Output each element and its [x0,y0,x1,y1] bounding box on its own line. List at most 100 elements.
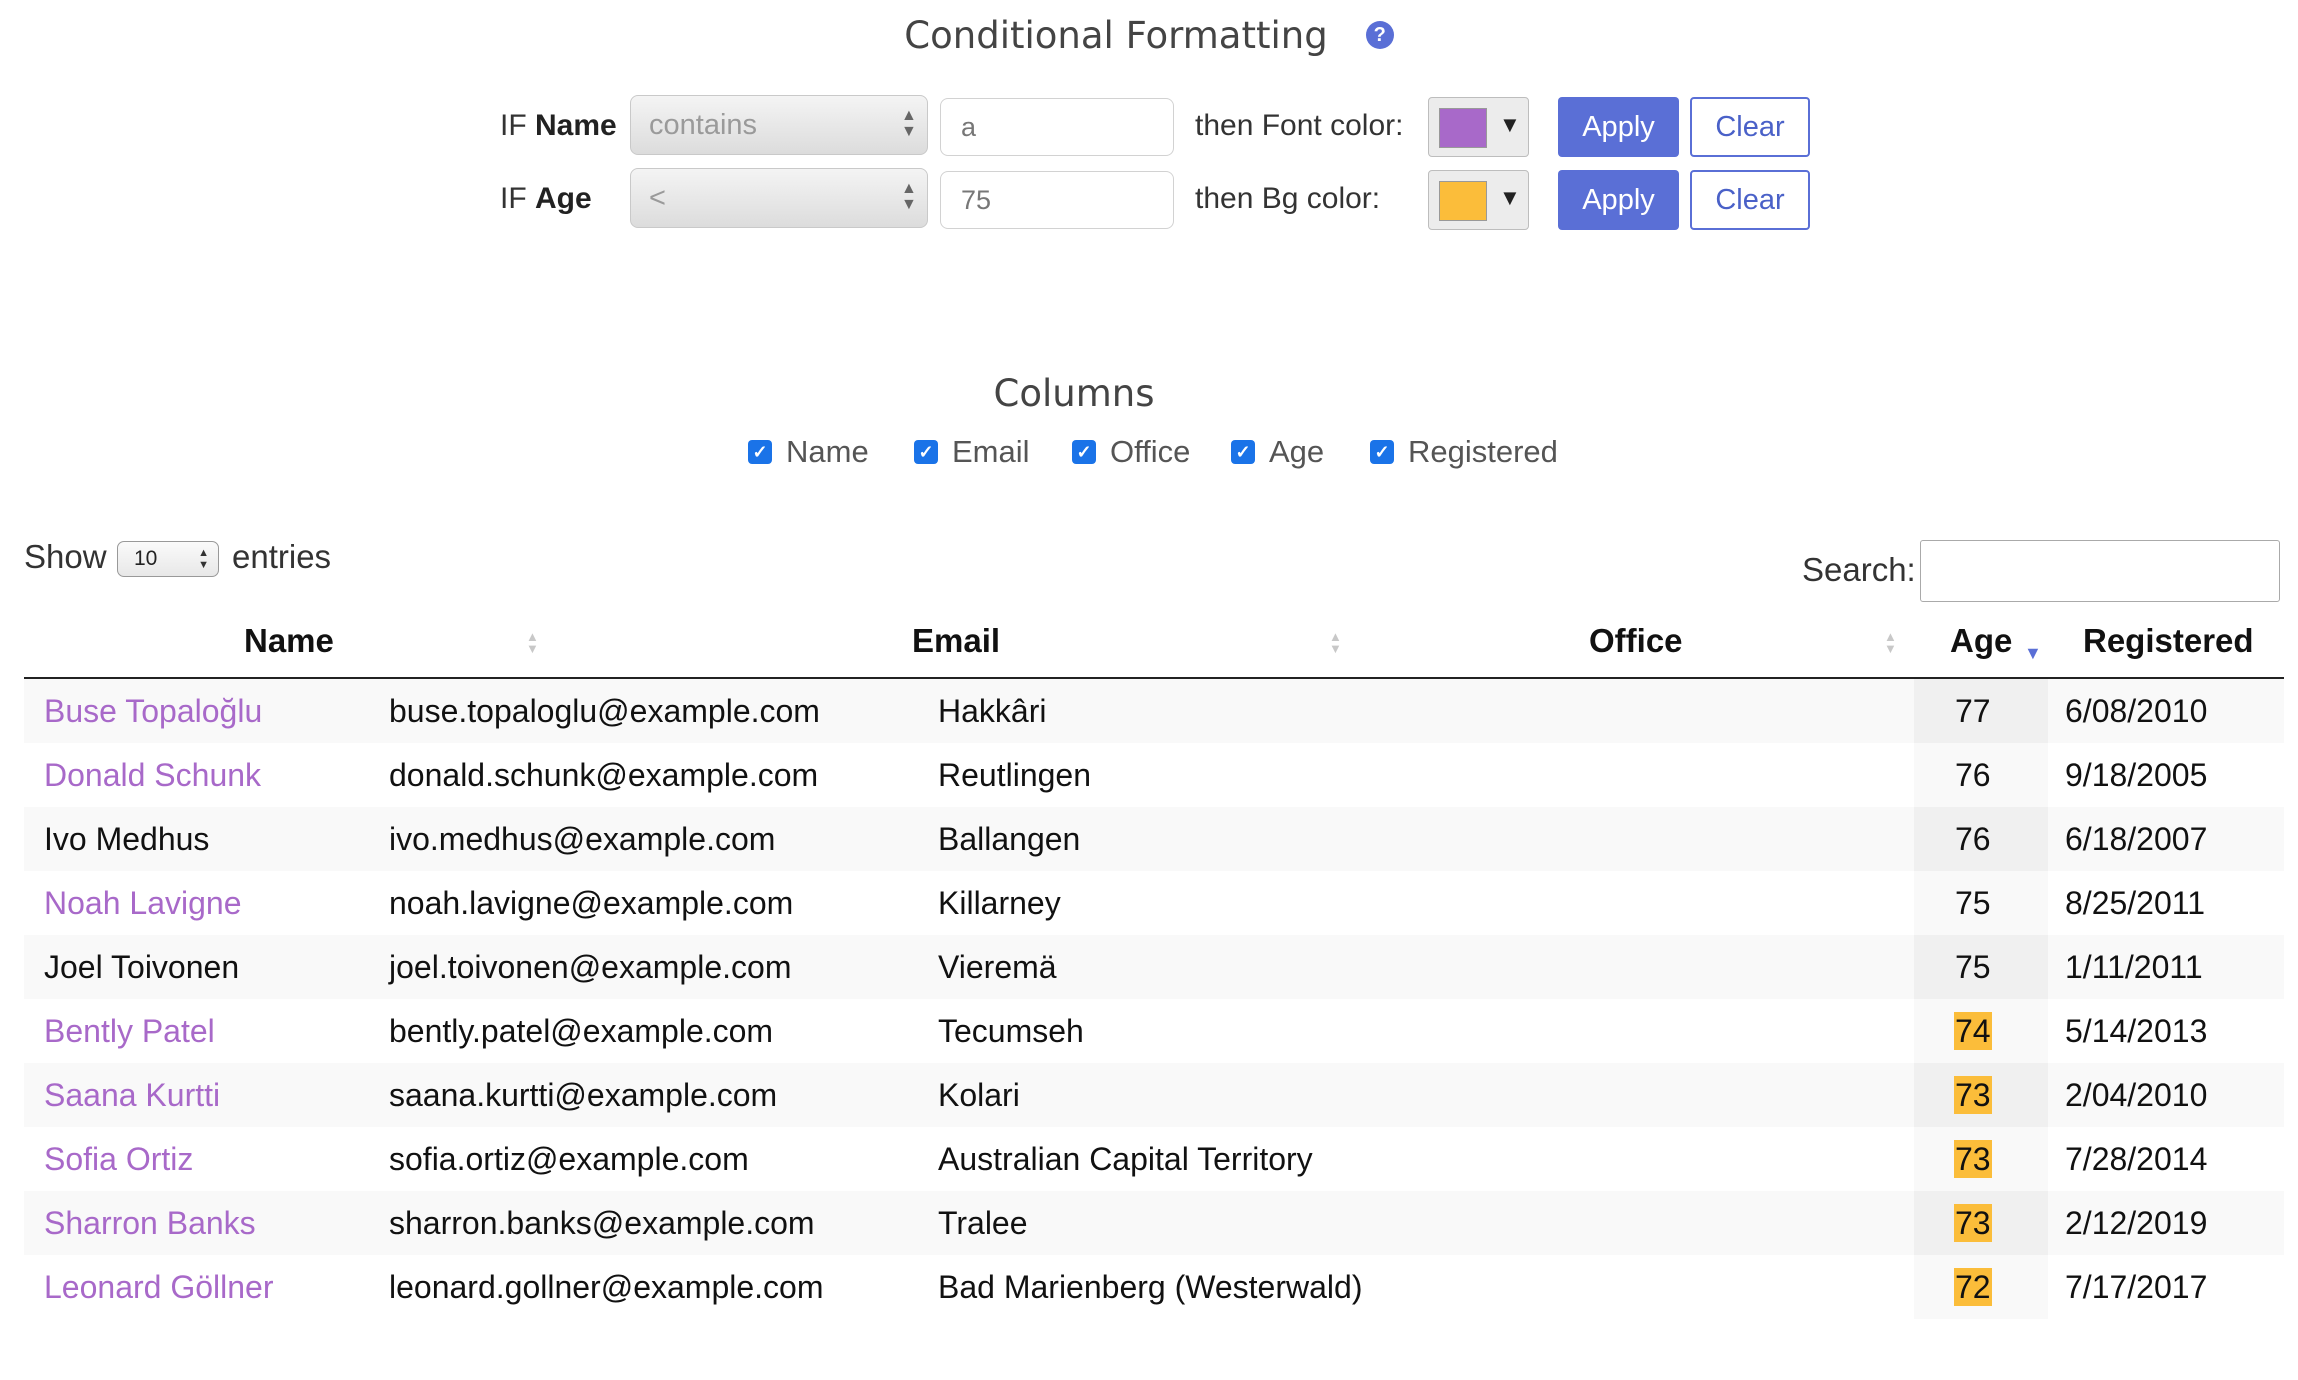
checkbox-checked-icon[interactable]: ✓ [1231,440,1255,464]
cell-email: saana.kurtti@example.com [389,1077,778,1113]
age-operator-select[interactable]: < ▲ ▼ [630,168,928,228]
cell-office: Kolari [938,1077,1020,1113]
length-value: 10 [134,547,158,570]
cell-age: 74 [1914,999,2048,1063]
cell-email: sofia.ortiz@example.com [389,1141,749,1177]
column-toggle-label: Name [786,434,869,469]
apply-name-rule-button[interactable]: Apply [1558,97,1679,157]
font-color-label: then Font color: [1195,109,1404,142]
operator-value: < [649,182,666,214]
cell-name: Buse Topaloğlu [44,693,263,729]
cell-email: buse.topaloglu@example.com [389,693,820,729]
header-office[interactable]: Office [1589,613,1683,679]
cell-registered: 8/25/2011 [2065,885,2205,921]
checkbox-checked-icon[interactable]: ✓ [748,440,772,464]
checkbox-checked-icon[interactable]: ✓ [1370,440,1394,464]
table-row: Donald Schunk donald.schunk@example.com Re… [24,743,2284,807]
cell-name: Saana Kurtti [44,1077,221,1113]
name-value-input[interactable]: a [940,98,1174,156]
apply-age-rule-button[interactable]: Apply [1558,170,1679,230]
data-table: Name ▲ ▼ Email ▲ ▼ Office ▲ ▼ Age ▼ Registe… [24,613,2284,1319]
rule-condition-label: IF Name [500,109,617,142]
sort-icon[interactable]: ▲ ▼ [1884,630,1897,655]
age-value: 76 [1955,821,1991,857]
cell-age: 75 [1914,871,2048,935]
cell-registered: 9/18/2005 [2065,757,2208,793]
rule-condition-label: IF Age [500,182,592,215]
select-updown-icon: ▲ ▼ [198,547,209,571]
cell-name: Donald Schunk [44,757,262,793]
cell-age: 75 [1914,935,2048,999]
entries-label: entries [232,538,332,575]
bg-color-swatch [1439,181,1487,221]
clear-name-rule-button[interactable]: Clear [1690,97,1810,157]
font-color-picker[interactable]: ▼ [1428,97,1529,157]
sort-desc-icon[interactable]: ▼ [2024,643,2042,664]
sort-icon[interactable]: ▲ ▼ [1329,630,1342,655]
cell-registered: 7/17/2017 [2065,1269,2208,1305]
header-registered[interactable]: Registered [2083,613,2254,679]
sort-icon[interactable]: ▲ ▼ [526,630,539,655]
age-value: 75 [1955,885,1991,921]
checkbox-checked-icon[interactable]: ✓ [1072,440,1096,464]
cell-registered: 6/08/2010 [2065,693,2208,729]
cell-name: Sofia Ortiz [44,1141,194,1177]
table-row: Leonard Göllner leonard.gollner@example.c… [24,1255,2284,1319]
name-operator-select[interactable]: contains ▲ ▼ [630,95,928,155]
font-color-swatch [1439,108,1487,148]
rule-row-age: IF Age < ▲ ▼ 75 then Bg color: ▼ Apply Cl… [0,168,2298,230]
table-row: Buse Topaloğlu buse.topaloglu@example.com… [24,679,2284,743]
select-updown-icon: ▲ ▼ [901,180,917,213]
age-value: 73 [1954,1140,1992,1178]
table-row: Sofia Ortiz sofia.ortiz@example.com Austra… [24,1127,2284,1191]
bg-color-label: then Bg color: [1195,182,1381,215]
search-label: Search: [1802,551,1916,588]
column-toggle-label: Office [1110,434,1191,469]
cell-age: 76 [1914,743,2048,807]
column-toggle-registered[interactable]: ✓ Registered [1370,430,1558,474]
cell-office: Tralee [938,1205,1028,1241]
header-email[interactable]: Email [912,613,1000,679]
cell-age: 73 [1914,1127,2048,1191]
cell-registered: 7/28/2014 [2065,1141,2208,1177]
cell-registered: 2/12/2019 [2065,1205,2208,1241]
cell-email: ivo.medhus@example.com [389,821,776,857]
dropdown-arrow-icon: ▼ [1499,185,1521,210]
table-row: Sharron Banks sharron.banks@example.com Tr… [24,1191,2284,1255]
cell-email: donald.schunk@example.com [389,757,819,793]
table-row: Saana Kurtti saana.kurtti@example.com Kola… [24,1063,2284,1127]
table-row: Noah Lavigne noah.lavigne@example.com Kill… [24,871,2284,935]
clear-age-rule-button[interactable]: Clear [1690,170,1810,230]
checkbox-checked-icon[interactable]: ✓ [914,440,938,464]
cell-name: Joel Toivonen [44,949,240,985]
cell-office: Tecumseh [938,1013,1084,1049]
column-toggle-age[interactable]: ✓ Age [1231,430,1324,474]
cell-email: noah.lavigne@example.com [389,885,794,921]
cell-registered: 1/11/2011 [2065,949,2203,985]
bg-color-picker[interactable]: ▼ [1428,170,1529,230]
cell-registered: 2/04/2010 [2065,1077,2208,1113]
cell-name: Bently Patel [44,1013,215,1049]
cell-office: Bad Marienberg (Westerwald) [938,1269,1363,1305]
table-row: Ivo Medhus ivo.medhus@example.com Ballange… [24,807,2284,871]
cell-office: Ballangen [938,821,1081,857]
header-age[interactable]: Age [1950,613,2012,679]
cell-name: Leonard Göllner [44,1269,274,1305]
age-value: 73 [1954,1076,1992,1114]
entries-length-select[interactable]: 10 ▲ ▼ [117,541,219,577]
rule-row-name: IF Name contains ▲ ▼ a then Font color: ▼… [0,95,2298,157]
columns-title: Columns [993,372,1155,415]
conditional-formatting-title: Conditional Formatting ? [0,10,2298,60]
header-name[interactable]: Name [244,613,334,679]
age-value: 77 [1955,693,1991,729]
search-input[interactable] [1920,540,2280,602]
show-label: Show [24,538,107,575]
cell-office: Hakkâri [938,693,1047,729]
column-toggle-email[interactable]: ✓ Email [914,430,1030,474]
age-value: 76 [1955,757,1991,793]
age-value-input[interactable]: 75 [940,171,1174,229]
help-icon[interactable]: ? [1365,21,1394,49]
column-toggle-name[interactable]: ✓ Name [748,430,869,474]
cell-age: 73 [1914,1191,2048,1255]
column-toggle-office[interactable]: ✓ Office [1072,430,1190,474]
